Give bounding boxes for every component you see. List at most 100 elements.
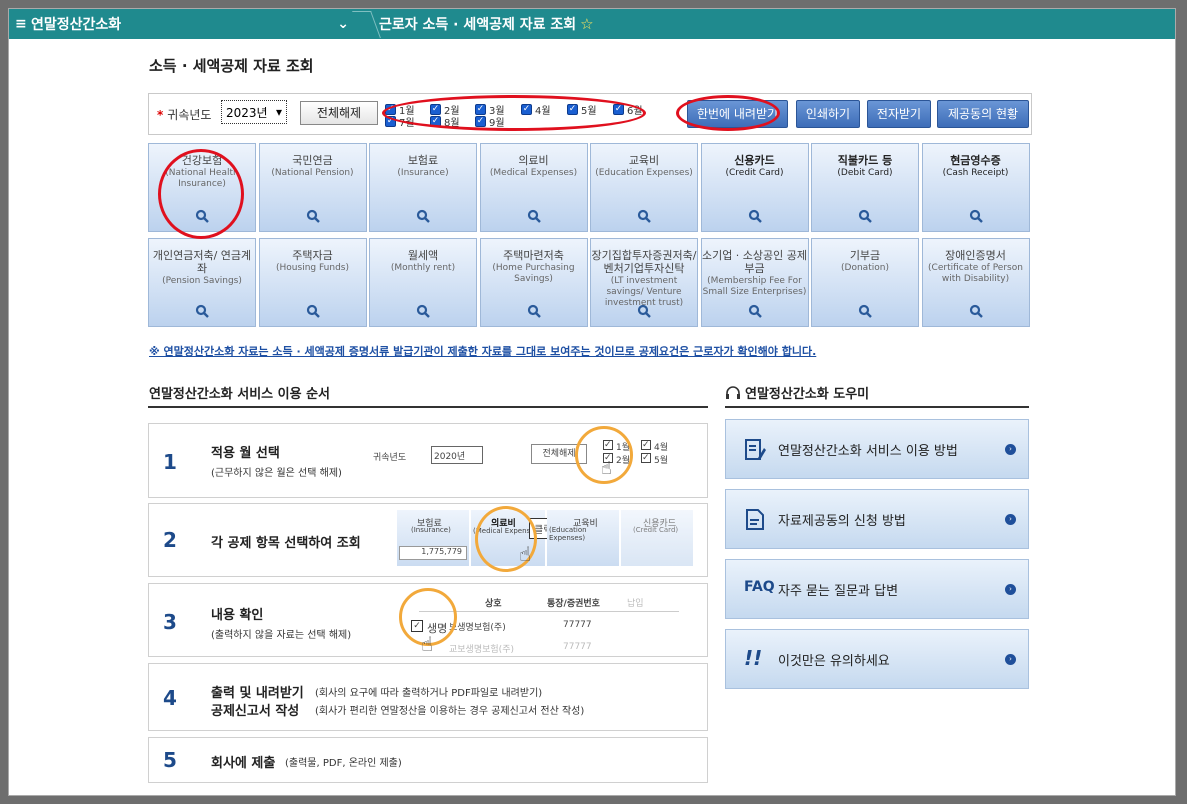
e-document-button[interactable]: 전자받기 — [867, 100, 931, 128]
search-icon[interactable] — [748, 304, 762, 318]
helper-usage-guide[interactable]: 연말정산간소화 서비스 이용 방법 › — [725, 419, 1029, 479]
search-icon[interactable] — [637, 304, 651, 318]
breadcrumb-app[interactable]: 연말정산간소화 ⌄ — [31, 14, 357, 34]
category-label-en: (National Health Insurance) — [165, 168, 239, 189]
checkbox-checked-icon[interactable]: ✓ — [567, 104, 578, 115]
chevron-down-icon[interactable]: ⌄ — [337, 16, 349, 32]
illus-card-en: (Credit Card) — [633, 526, 679, 534]
search-icon[interactable] — [416, 304, 430, 318]
category-card[interactable]: 개인연금저축/ 연금계좌 (Pension Savings) — [148, 238, 256, 327]
category-card[interactable]: 월세액 (Monthly rent) — [369, 238, 477, 327]
browser-frame: ≡ 연말정산간소화 ⌄ 근로자 소득 · 세액공제 자료 조회 ☆ 소득 · 세… — [8, 8, 1176, 796]
category-card[interactable]: 건강보험 (National Health Insurance) — [148, 143, 256, 232]
search-icon[interactable] — [306, 304, 320, 318]
notice-text[interactable]: ※ 연말정산간소화 자료는 소득 · 세액공제 증명서류 발급기관이 제출한 자… — [149, 343, 816, 359]
step-title: 내용 확인 — [211, 608, 264, 623]
month-checkbox[interactable]: ✓ 5월 — [567, 102, 597, 117]
search-icon[interactable] — [195, 304, 209, 318]
checkbox-checked-icon[interactable]: ✓ — [475, 116, 486, 127]
page-title: 소득 · 세액공제 자료 조회 — [149, 57, 314, 75]
breadcrumb-separator — [357, 9, 371, 39]
category-label-en: (Housing Funds) — [276, 263, 349, 273]
search-icon[interactable] — [416, 209, 430, 223]
helper-caution[interactable]: !! 이것만은 유의하세요 › — [725, 629, 1029, 689]
search-icon[interactable] — [527, 209, 541, 223]
category-card[interactable]: 국민연금 (National Pension) — [258, 143, 367, 232]
search-icon[interactable] — [858, 209, 872, 223]
category-card[interactable]: 현금영수증 (Cash Receipt) — [921, 143, 1030, 232]
step-desc: (출력하지 않을 자료는 선택 해제) — [211, 630, 352, 641]
deselect-all-button[interactable]: 전체해제 — [300, 101, 378, 125]
illus-category-card: 보험료 (Insurance) 1,775,779 — [397, 510, 469, 566]
illus-card-value: 1,775,779 — [399, 546, 467, 560]
app-name: 연말정산간소화 — [31, 17, 122, 33]
illus-table-cell: 77777 — [563, 642, 592, 652]
provision-status-button[interactable]: 제공동의 현황 — [937, 100, 1029, 128]
category-label-en: (Pension Savings) — [162, 276, 242, 286]
category-card[interactable]: 보험료 (Insurance) — [369, 143, 477, 232]
search-icon[interactable] — [637, 209, 651, 223]
search-icon[interactable] — [527, 304, 541, 318]
category-card[interactable]: 장애인증명서 (Certificate of Person with Disabi… — [921, 238, 1030, 327]
helper-label: 연말정산간소화 서비스 이용 방법 — [778, 444, 958, 459]
helper-consent-guide[interactable]: 자료제공동의 신청 방법 › — [725, 489, 1029, 549]
category-label-en: (National Pension) — [271, 168, 354, 178]
checkbox-checked-icon[interactable]: ✓ — [430, 116, 441, 127]
search-icon[interactable] — [969, 304, 983, 318]
category-label: 직불카드 등 — [837, 154, 893, 167]
step-number: 5 — [163, 748, 177, 772]
month-label: 6월 — [627, 106, 643, 117]
menu-icon[interactable]: ≡ — [9, 16, 31, 32]
illus-checkbox-icon: ✓ — [641, 453, 651, 463]
category-card[interactable]: 기부금 (Donation) — [811, 238, 919, 327]
month-checkbox[interactable]: ✓ 4월 — [521, 102, 551, 117]
category-card[interactable]: 교육비 (Education Expenses) — [590, 143, 698, 232]
month-checkbox[interactable]: ✓ 8월 — [430, 114, 460, 129]
search-icon[interactable] — [858, 304, 872, 318]
favorite-star-icon[interactable]: ☆ — [580, 15, 593, 33]
document-icon — [746, 509, 764, 530]
category-card[interactable]: 주택자금 (Housing Funds) — [258, 238, 367, 327]
category-card[interactable]: 직불카드 등 (Debit Card) — [811, 143, 919, 232]
search-icon[interactable] — [195, 209, 209, 223]
step-3: 3 내용 확인 (출력하지 않을 자료는 선택 해제) 상호 통장/증권번호 납… — [148, 583, 708, 657]
steps-title-underline — [148, 406, 708, 408]
illus-table-cell: 교보생명보험(주) — [449, 645, 514, 655]
download-all-button[interactable]: 한번에 내려받기 — [687, 100, 788, 128]
category-label: 개인연금저축/ 연금계좌 — [152, 249, 252, 275]
checkbox-checked-icon[interactable]: ✓ — [613, 104, 624, 115]
headset-icon — [726, 385, 740, 399]
category-card[interactable]: 의료비 (Medical Expenses) — [479, 143, 588, 232]
illus-card-en: (Education Expenses) — [549, 526, 587, 542]
checkbox-checked-icon[interactable]: ✓ — [385, 116, 396, 127]
helper-label: 자료제공동의 신청 방법 — [778, 514, 906, 529]
category-card[interactable]: 장기집합투자증권저축/ 벤처기업투자신탁 (LT investment savin… — [590, 238, 698, 327]
helper-faq[interactable]: FAQ 자주 묻는 질문과 답변 › — [725, 559, 1029, 619]
search-icon[interactable] — [306, 209, 320, 223]
step-2: 2 각 공제 항목 선택하여 조회 보험료 (Insurance) 1,775,… — [148, 503, 708, 577]
category-label: 신용카드 — [734, 154, 775, 167]
category-card[interactable]: 주택마련저축 (Home Purchasing Savings) — [479, 238, 588, 327]
category-card[interactable]: 신용카드 (Credit Card) — [700, 143, 809, 232]
step-desc: (출력물, PDF, 온라인 제출) — [285, 758, 402, 769]
print-button[interactable]: 인쇄하기 — [796, 100, 860, 128]
category-label: 월세액 — [407, 249, 439, 262]
illus-table-header-cell: 통장/증권번호 — [547, 599, 600, 609]
hand-pointer-icon: ☝ — [421, 632, 434, 656]
step-title: 각 공제 항목 선택하여 조회 — [211, 536, 361, 551]
month-checkbox[interactable]: ✓ 7월 — [385, 114, 415, 129]
breadcrumb-page-label: 근로자 소득 · 세액공제 자료 조회 — [379, 17, 577, 33]
year-select[interactable]: 2023년 ▾ — [221, 100, 287, 124]
search-icon[interactable] — [748, 209, 762, 223]
category-card[interactable]: 소기업 · 소상공인 공제부금 (Membership Fee For Small… — [700, 238, 809, 327]
year-label-text: 귀속년도 — [167, 108, 212, 122]
helper-title-text: 연말정산간소화 도우미 — [745, 387, 870, 402]
step-number: 1 — [163, 450, 177, 474]
search-icon[interactable] — [969, 209, 983, 223]
illus-month: 5월 — [654, 456, 669, 466]
illus-year-select: 2020년 — [431, 446, 483, 464]
illus-month: 4월 — [654, 443, 669, 453]
month-checkbox[interactable]: ✓ 6월 — [613, 102, 643, 117]
month-checkbox[interactable]: ✓ 9월 — [475, 114, 505, 129]
checkbox-checked-icon[interactable]: ✓ — [521, 104, 532, 115]
